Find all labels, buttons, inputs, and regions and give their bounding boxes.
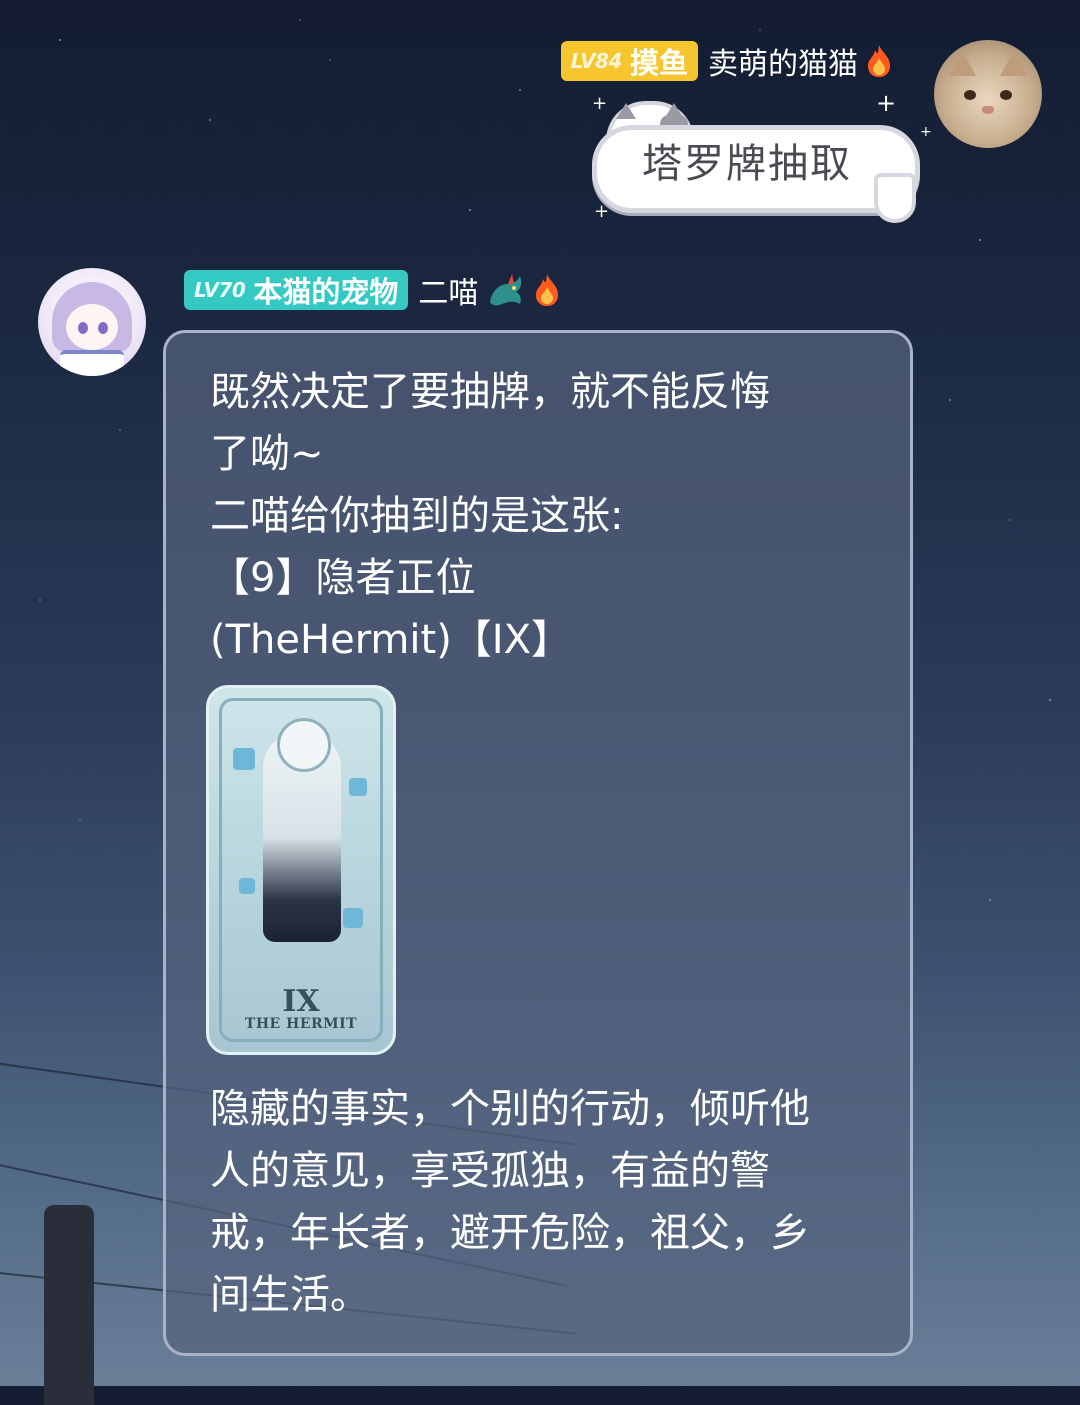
message-line: 了呦~ [210, 431, 324, 477]
tarot-numeral: IX [282, 984, 320, 1019]
avatar-face [66, 304, 118, 350]
fire-icon [534, 273, 560, 307]
avatar-collar [60, 350, 124, 376]
sparkle-icon: + [876, 89, 897, 117]
cat-eye [964, 90, 976, 100]
sparkle-icon: + [594, 201, 610, 222]
badge-title: 本猫的宠物 [253, 275, 399, 309]
message-line: 间生活。 [210, 1272, 370, 1318]
utility-pole [44, 1205, 94, 1405]
sender-name-row: LV84 摸鱼 卖萌的猫猫 [560, 39, 892, 83]
badge-title: 摸鱼 [629, 46, 688, 80]
reply-name-row: LV70 本猫的宠物 二喵 [184, 269, 560, 311]
message-card[interactable]: 既然决定了要抽牌，就不能反悔 了呦~ 二喵给你抽到的是这张: 【9】隐者正位 (… [163, 330, 913, 1356]
sparkle-icon: + [592, 93, 608, 114]
message-line: (TheHermit)【IX】 [210, 617, 571, 663]
tarot-deco-block [349, 778, 367, 796]
message-line: 隐藏的事实，个别的行动，倾听他 [210, 1086, 810, 1132]
tarot-card-image[interactable]: IX THE HERMIT [206, 685, 396, 1055]
fire-icon [866, 44, 892, 78]
tarot-deco-block [239, 878, 255, 894]
reply-nickname[interactable]: 二喵 [418, 268, 478, 312]
sticker-cat-tail [874, 173, 916, 223]
dragon-icon [486, 272, 526, 308]
reply-avatar[interactable] [38, 268, 146, 376]
sticker-text: 塔罗牌抽取 [642, 141, 852, 187]
message-line: 人的意见，享受孤独，有益的警 [210, 1148, 770, 1194]
cat-nose [982, 106, 994, 114]
message-meaning: 隐藏的事实，个别的行动，倾听他 人的意见，享受孤独，有益的警 戒，年长者，避开危… [210, 1078, 810, 1326]
message-intro: 既然决定了要抽牌，就不能反悔 了呦~ 二喵给你抽到的是这张: 【9】隐者正位 (… [210, 361, 770, 671]
level-label: LV70 [194, 278, 246, 302]
sticker-cat-ear [616, 103, 636, 119]
avatar-eye [78, 322, 88, 334]
level-badge[interactable]: LV70 本猫的宠物 [184, 270, 409, 310]
sparkle-icon: + [920, 124, 932, 140]
tarot-deco-block [343, 908, 363, 928]
cat-ear [1000, 50, 1028, 76]
message-line: 既然决定了要抽牌，就不能反悔 [210, 369, 770, 415]
level-label: LV84 [570, 49, 623, 73]
message-line: 【9】隐者正位 [210, 555, 476, 601]
level-badge[interactable]: LV84 摸鱼 [560, 41, 698, 81]
tarot-name: THE HERMIT [244, 1016, 358, 1032]
avatar-eye [98, 322, 108, 334]
tarot-deco-block [233, 748, 255, 770]
sticker-message[interactable]: + + + + 塔罗牌抽取 [584, 91, 932, 225]
message-line: 二喵给你抽到的是这张: [210, 493, 624, 539]
message-line: 戒，年长者，避开危险，祖父，乡 [210, 1210, 810, 1256]
sender-avatar[interactable] [934, 40, 1042, 148]
cat-ear [948, 50, 976, 76]
sender-nickname[interactable]: 卖萌的猫猫 [708, 39, 858, 83]
tarot-hermit-head [277, 718, 331, 772]
cat-eye [1000, 90, 1012, 100]
